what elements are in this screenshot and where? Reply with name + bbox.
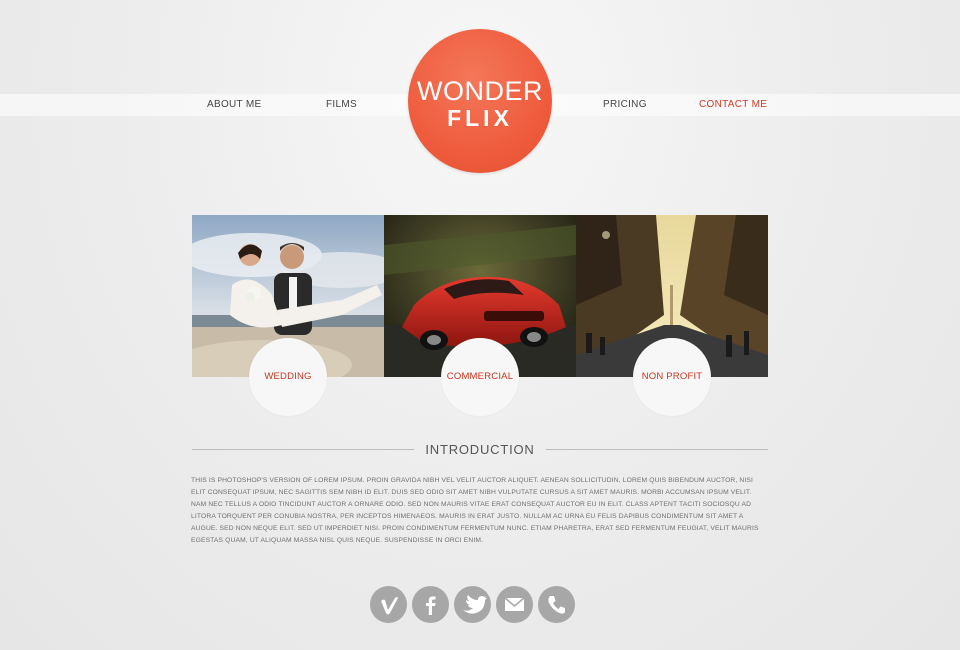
- vimeo-button[interactable]: [370, 586, 407, 623]
- nav-films[interactable]: FILMS: [326, 99, 357, 111]
- nav-contact-me[interactable]: CONTACT ME: [699, 99, 767, 111]
- logo-wordmark-top: WONDER: [417, 76, 543, 106]
- divider-left: [192, 449, 414, 450]
- logo-wordmark-bottom: FLIX: [447, 105, 513, 131]
- facebook-button[interactable]: [412, 586, 449, 623]
- twitter-icon: [463, 595, 487, 614]
- logo[interactable]: WONDER FLIX: [408, 29, 552, 173]
- facebook-icon: [426, 596, 436, 615]
- phone-button[interactable]: [538, 586, 575, 623]
- nav-about-me[interactable]: ABOUT ME: [207, 99, 261, 111]
- intro-heading: INTRODUCTION: [425, 442, 535, 457]
- vimeo-icon: [381, 597, 398, 615]
- category-wedding-button[interactable]: WEDDING: [249, 338, 327, 416]
- email-button[interactable]: [496, 586, 533, 623]
- twitter-button[interactable]: [454, 586, 491, 623]
- category-commercial-button[interactable]: COMMERCIAL: [441, 338, 519, 416]
- phone-icon: [548, 596, 565, 614]
- nav-pricing[interactable]: PRICING: [603, 99, 647, 111]
- divider-right: [546, 449, 768, 450]
- category-non-profit-button[interactable]: NON PROFIT: [633, 338, 711, 416]
- page: { "brand": { "line1": "WONDER", "line2":…: [0, 0, 960, 650]
- intro-paragraph: THIS IS PHOTOSHOP'S VERSION OF LOREM IPS…: [191, 477, 759, 544]
- email-icon: [504, 597, 525, 611]
